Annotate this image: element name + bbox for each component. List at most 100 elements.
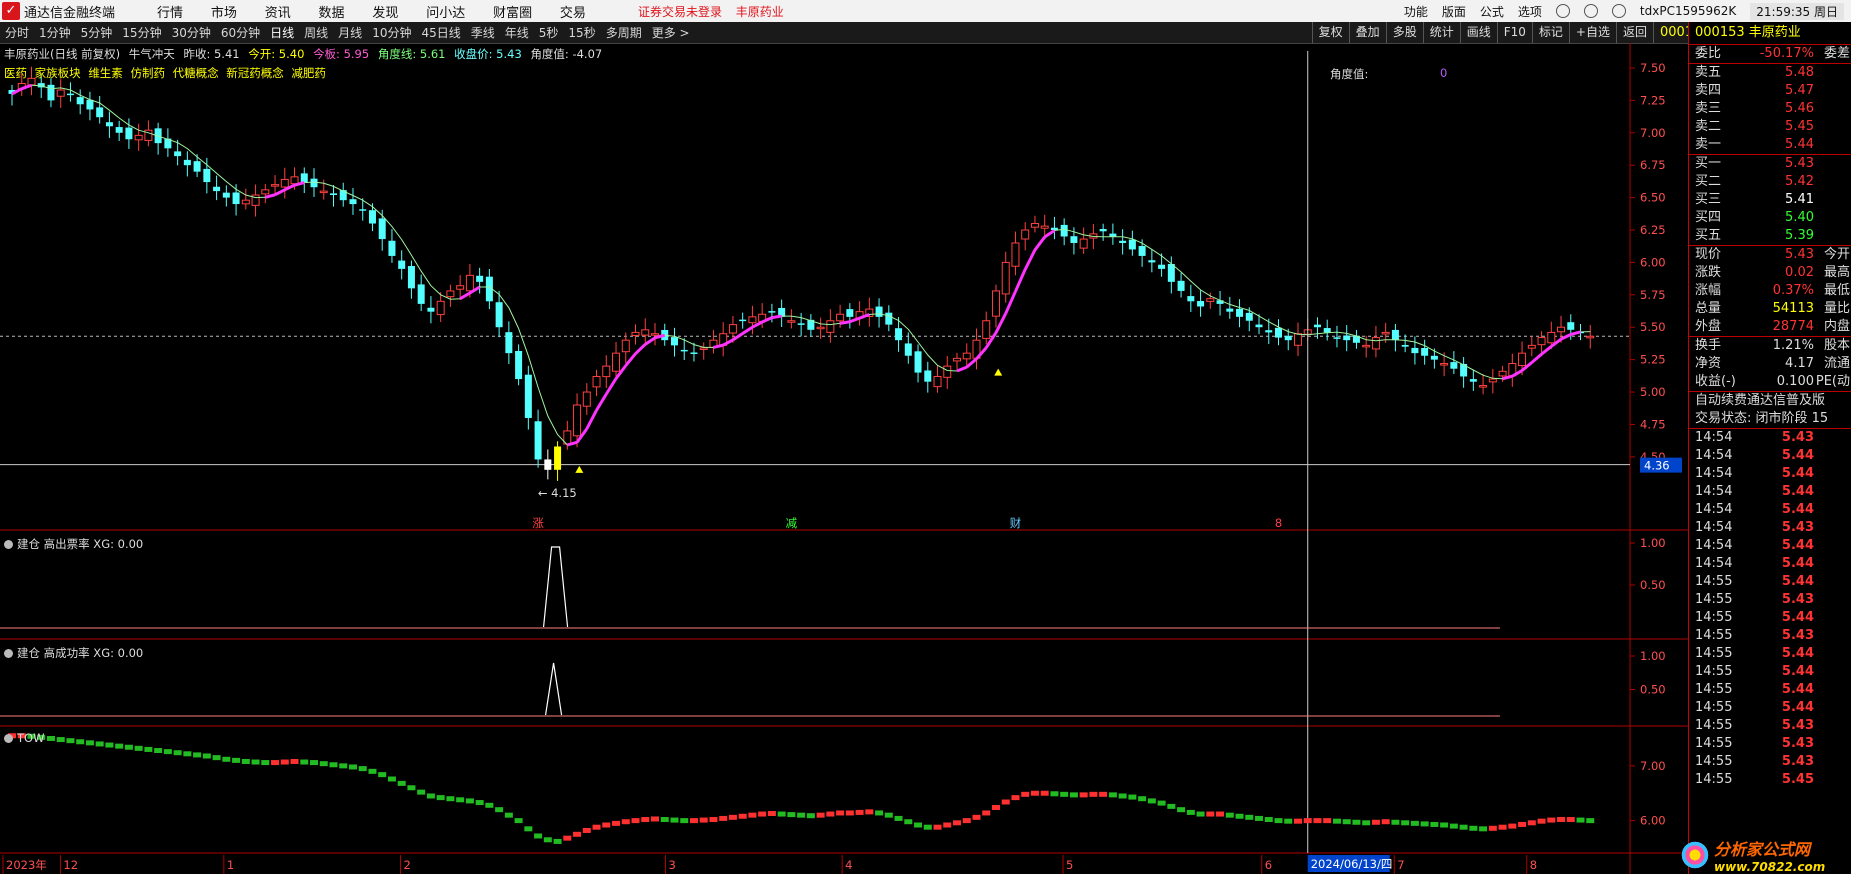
menu-layout[interactable]: 版面 [1442,3,1466,20]
title-stock-name: 丰原药业 [735,4,784,19]
menu-formula[interactable]: 公式 [1480,3,1504,20]
tool-back[interactable]: 返回 [1615,22,1653,43]
candle-body [1001,261,1010,295]
ask-row-3[interactable]: 卖三 5.46 [1689,100,1851,118]
ask-row-2[interactable]: 卖二 5.45 [1689,118,1851,136]
user-id[interactable]: tdxPC1595962K [1640,4,1736,18]
tool-statistics[interactable]: 统计 [1422,22,1460,43]
stat-row[interactable]: 涨跌 0.02 最高 [1689,264,1851,282]
tick-price: 5.44 [1781,700,1814,715]
period-15sec[interactable]: 15秒 [563,24,600,41]
period-week[interactable]: 周线 [299,24,333,41]
candle-body [1381,331,1390,335]
candle-body [1030,223,1039,228]
stat-row[interactable]: 换手 1.21% 股本 [1689,337,1851,355]
period-more[interactable]: 更多 > [647,24,695,41]
tow-bar [631,818,640,824]
bid-row-4[interactable]: 买四 5.40 [1689,209,1851,227]
candle-body [290,176,299,185]
panel-toggle-icon[interactable] [4,734,13,743]
concept-tag[interactable]: 家族板块 [35,66,81,80]
concept-tag[interactable]: 医药 [4,66,27,80]
menu-item-markets[interactable]: 市场 [211,6,237,21]
menu-function[interactable]: 功能 [1404,3,1428,20]
tow-bar [1264,817,1273,823]
tool-adjust[interactable]: 复权 [1311,22,1349,43]
concept-tag[interactable]: 仿制药 [130,66,165,80]
period-month[interactable]: 月线 [333,24,367,41]
menu-item-discover[interactable]: 发现 [372,6,398,21]
tow-bar [592,824,601,830]
tool-mark[interactable]: 标记 [1531,22,1569,43]
menu-item-wealth[interactable]: 财富圈 [493,6,532,21]
menu-item-trade[interactable]: 交易 [560,6,586,21]
bid-row-5[interactable]: 买五 5.39 [1689,227,1851,245]
menu-item-news[interactable]: 资讯 [265,6,291,21]
tool-overlay[interactable]: 叠加 [1348,22,1386,43]
bid-row-3[interactable]: 买三 5.41 [1689,191,1851,209]
message-icon[interactable] [1611,4,1626,18]
ask-row-4[interactable]: 卖四 5.47 [1689,82,1851,100]
panel-toggle-icon[interactable] [4,649,13,658]
kline-chart[interactable]: 7.50 7.25 7.00 6.75 6.50 6.25 6.00 5.75 5.50 5.25… [0,43,1688,874]
tow-bar [1216,811,1225,817]
refresh-icon[interactable] [1555,4,1570,18]
candle-body [1197,301,1205,307]
trend-up-segment [1502,374,1513,381]
period-1min[interactable]: 1分钟 [34,24,76,41]
period-45day[interactable]: 45日线 [416,24,465,41]
tool-draw[interactable]: 画线 [1459,22,1497,43]
period-day[interactable]: 日线 [265,24,299,41]
bid-row-1[interactable]: 买一 5.43 [1689,155,1851,173]
menu-item-data[interactable]: 数据 [319,6,345,21]
concept-tag[interactable]: 维生素 [88,66,123,80]
concept-tag[interactable]: 代糖概念 [173,66,219,80]
tick-row: 14:54 5.43 [1689,429,1851,447]
menu-item-market[interactable]: 行情 [157,6,183,21]
period-quarter[interactable]: 季线 [466,24,500,41]
limit-price: 今板: 5.95 [313,47,370,61]
period-5sec[interactable]: 5秒 [534,24,564,41]
menu-item-ask[interactable]: 问小达 [426,6,465,21]
stat-row[interactable]: 外盘 28774 内盘 [1689,318,1851,336]
period-60min[interactable]: 60分钟 [216,24,265,41]
stat-row[interactable]: 净资 4.17 流通 [1689,355,1851,373]
user-icon[interactable] [1583,4,1598,18]
period-year[interactable]: 年线 [500,24,534,41]
stat-row[interactable]: 现价 5.43 今开 [1689,246,1851,264]
period-30min[interactable]: 30分钟 [167,24,216,41]
stat-row[interactable]: 涨幅 0.37% 最低 [1689,282,1851,300]
period-intraday[interactable]: 分时 [0,24,34,41]
period-15min[interactable]: 15分钟 [117,24,166,41]
period-10min[interactable]: 10分钟 [367,24,416,41]
period-5min[interactable]: 5分钟 [76,24,118,41]
candle-body [650,333,659,336]
tow-bar [368,768,377,774]
buy-signal-icon [994,368,1003,376]
ask-row-5[interactable]: 卖五 5.48 [1689,64,1851,82]
bid-row-2[interactable]: 买二 5.42 [1689,173,1851,191]
candle-body [505,332,513,354]
tow-bar [387,776,396,782]
menu-options[interactable]: 选项 [1518,3,1542,20]
concept-tag[interactable]: 新冠药概念 [226,66,284,80]
trade-login-warning[interactable]: 证券交易未登录 [638,5,722,19]
period-multi[interactable]: 多周期 [601,24,647,41]
weibi-row[interactable]: 委比 -50.17% 委差 [1689,45,1851,63]
tow-bar [650,816,659,822]
panel-toggle-icon[interactable] [4,540,13,549]
stat-row[interactable]: 总量 54113 量比 [1689,300,1851,318]
trend-up-segment [624,352,637,367]
stat-row-tail: PE(动 [1815,374,1850,389]
indicator-name[interactable]: 牛气冲天 [129,47,175,61]
stat-row[interactable]: 收益(-) 0.100 PE(动 [1689,373,1851,391]
tow-bar [670,817,679,823]
concept-tag[interactable]: 减肥药 [291,66,326,80]
tow-bar [1323,818,1332,824]
tool-add-watchlist[interactable]: +自选 [1568,22,1616,43]
tool-f10[interactable]: F10 [1496,22,1532,43]
tool-multi-stock[interactable]: 多股 [1385,22,1423,43]
notice-link[interactable]: 自动续费通达信普及版 [1695,392,1851,410]
ask-row-1[interactable]: 卖一 5.44 [1689,136,1851,154]
tow-bar [504,812,513,818]
